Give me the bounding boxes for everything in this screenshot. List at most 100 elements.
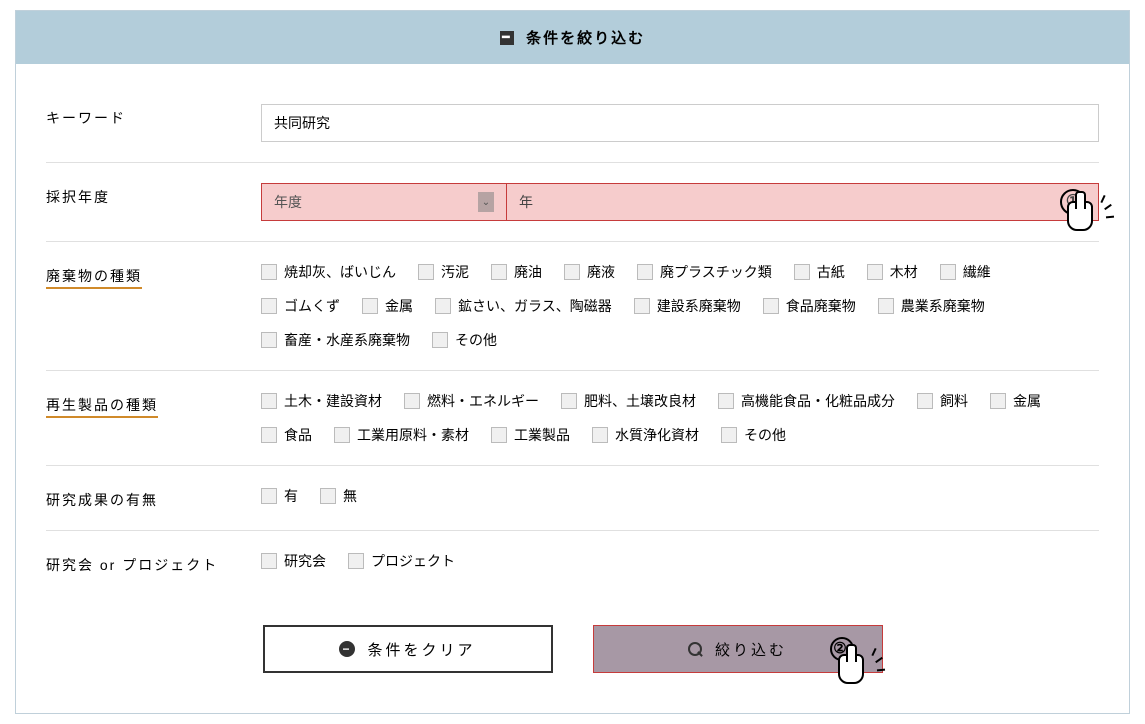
checkbox-icon	[261, 264, 277, 280]
checkbox-label: 金属	[1013, 391, 1041, 411]
filter-button-label: 絞り込む	[715, 639, 787, 660]
year-select-placeholder: 年度	[274, 192, 302, 212]
year-select[interactable]: 年度 ⌄	[262, 184, 507, 220]
checkbox-label: 古紙	[817, 262, 845, 282]
checkbox-label: 無	[343, 486, 357, 506]
filter-header[interactable]: ━ 条件を絞り込む	[16, 11, 1129, 64]
checkbox-item[interactable]: その他	[721, 425, 786, 445]
year-suffix-area: 年 ①	[507, 184, 1098, 220]
checkbox-item[interactable]: 鉱さい、ガラス、陶磁器	[435, 296, 612, 316]
checkbox-label: 水質浄化資材	[615, 425, 699, 445]
collapse-icon: ━	[500, 31, 514, 45]
checkbox-icon	[404, 393, 420, 409]
recycled-label: 再生製品の種類	[46, 391, 261, 415]
checkbox-item[interactable]: 水質浄化資材	[592, 425, 699, 445]
checkbox-label: ゴムくず	[284, 296, 340, 316]
checkbox-icon	[418, 264, 434, 280]
year-label: 採択年度	[46, 183, 261, 207]
checkbox-label: 廃プラスチック類	[660, 262, 772, 282]
checkbox-icon	[990, 393, 1006, 409]
checkbox-item[interactable]: 畜産・水産系廃棄物	[261, 330, 410, 350]
checkbox-label: 研究会	[284, 551, 326, 571]
checkbox-item[interactable]: 廃プラスチック類	[637, 262, 772, 282]
checkbox-item[interactable]: 古紙	[794, 262, 845, 282]
checkbox-label: 有	[284, 486, 298, 506]
checkbox-icon	[718, 393, 734, 409]
annotation-marker-1: ①	[1060, 189, 1086, 215]
checkbox-item[interactable]: 汚泥	[418, 262, 469, 282]
checkbox-label: 木材	[890, 262, 918, 282]
checkbox-item[interactable]: 農業系廃棄物	[878, 296, 985, 316]
checkbox-label: 農業系廃棄物	[901, 296, 985, 316]
project-label: 研究会 or プロジェクト	[46, 551, 261, 575]
checkbox-item[interactable]: 飼料	[917, 391, 968, 411]
checkbox-icon	[261, 298, 277, 314]
checkbox-item[interactable]: プロジェクト	[348, 551, 455, 571]
checkbox-item[interactable]: 金属	[990, 391, 1041, 411]
checkbox-icon	[794, 264, 810, 280]
checkbox-label: 高機能食品・化粧品成分	[741, 391, 895, 411]
checkbox-item[interactable]: 木材	[867, 262, 918, 282]
checkbox-icon	[917, 393, 933, 409]
keyword-label: キーワード	[46, 104, 261, 128]
checkbox-label: 燃料・エネルギー	[427, 391, 539, 411]
checkbox-item[interactable]: 廃液	[564, 262, 615, 282]
checkbox-label: その他	[744, 425, 786, 445]
checkbox-icon	[721, 427, 737, 443]
checkbox-label: 土木・建設資材	[284, 391, 382, 411]
checkbox-icon	[491, 264, 507, 280]
keyword-input[interactable]	[261, 104, 1099, 142]
checkbox-item[interactable]: 繊維	[940, 262, 991, 282]
chevron-down-icon: ⌄	[478, 192, 494, 212]
checkbox-icon	[561, 393, 577, 409]
checkbox-item[interactable]: 土木・建設資材	[261, 391, 382, 411]
checkbox-icon	[261, 427, 277, 443]
checkbox-item[interactable]: 建設系廃棄物	[634, 296, 741, 316]
checkbox-item[interactable]: 無	[320, 486, 357, 506]
waste-label: 廃棄物の種類	[46, 262, 261, 286]
checkbox-icon	[261, 332, 277, 348]
checkbox-item[interactable]: 研究会	[261, 551, 326, 571]
checkbox-icon	[435, 298, 451, 314]
minus-icon: −	[339, 641, 355, 657]
checkbox-label: 汚泥	[441, 262, 469, 282]
filter-button[interactable]: 絞り込む ②	[593, 625, 883, 673]
search-icon	[688, 642, 703, 657]
checkbox-label: 食品廃棄物	[786, 296, 856, 316]
checkbox-icon	[867, 264, 883, 280]
checkbox-label: 廃油	[514, 262, 542, 282]
checkbox-icon	[637, 264, 653, 280]
checkbox-icon	[763, 298, 779, 314]
clear-button[interactable]: − 条件をクリア	[263, 625, 553, 673]
clear-button-label: 条件をクリア	[367, 639, 475, 660]
checkbox-item[interactable]: ゴムくず	[261, 296, 340, 316]
checkbox-item[interactable]: 高機能食品・化粧品成分	[718, 391, 895, 411]
checkbox-icon	[261, 393, 277, 409]
checkbox-label: 工業製品	[514, 425, 570, 445]
checkbox-item[interactable]: 有	[261, 486, 298, 506]
checkbox-icon	[592, 427, 608, 443]
waste-checks-row2: ゴムくず 金属 鉱さい、ガラス、陶磁器 建設系廃棄物 食品廃棄物 農業系廃棄物	[261, 296, 1099, 316]
results-label: 研究成果の有無	[46, 486, 261, 510]
checkbox-item[interactable]: 工業製品	[491, 425, 570, 445]
checkbox-item[interactable]: 金属	[362, 296, 413, 316]
checkbox-item[interactable]: 工業用原料・素材	[334, 425, 469, 445]
checkbox-label: 建設系廃棄物	[657, 296, 741, 316]
checkbox-icon	[432, 332, 448, 348]
checkbox-label: 鉱さい、ガラス、陶磁器	[458, 296, 612, 316]
checkbox-icon	[564, 264, 580, 280]
recycled-checks-row1: 土木・建設資材 燃料・エネルギー 肥料、土壌改良材 高機能食品・化粧品成分 飼料 金属	[261, 391, 1099, 411]
checkbox-item[interactable]: 肥料、土壌改良材	[561, 391, 696, 411]
checkbox-icon	[878, 298, 894, 314]
checkbox-item[interactable]: 廃油	[491, 262, 542, 282]
checkbox-icon	[261, 553, 277, 569]
checkbox-item[interactable]: 焼却灰、ばいじん	[261, 262, 396, 282]
waste-checks-row3: 畜産・水産系廃棄物 その他	[261, 330, 1099, 350]
checkbox-item[interactable]: 燃料・エネルギー	[404, 391, 539, 411]
checkbox-icon	[320, 488, 336, 504]
checkbox-label: 廃液	[587, 262, 615, 282]
checkbox-item[interactable]: その他	[432, 330, 497, 350]
checkbox-label: 畜産・水産系廃棄物	[284, 330, 410, 350]
checkbox-item[interactable]: 食品	[261, 425, 312, 445]
checkbox-item[interactable]: 食品廃棄物	[763, 296, 856, 316]
